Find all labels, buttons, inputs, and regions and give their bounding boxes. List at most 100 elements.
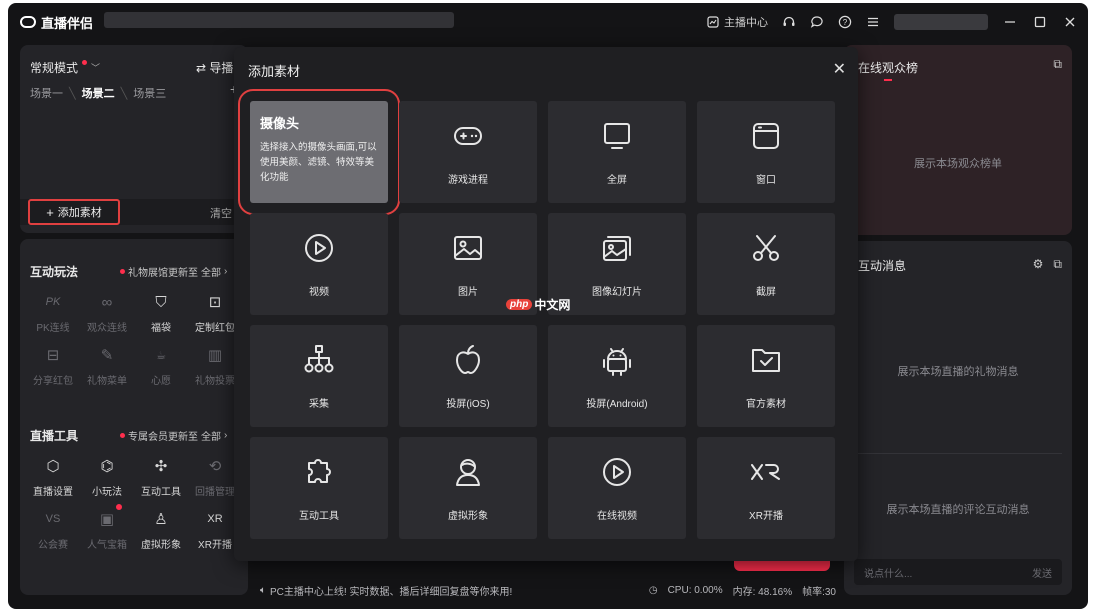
slideshow-icon [599, 230, 635, 269]
watermark-text: 中文网 [534, 298, 571, 312]
tool-settings-hex[interactable]: ⬡ 直播设置 [26, 455, 80, 498]
memory-usage: 内存: 48.16% [732, 586, 793, 598]
live-tools-all-link[interactable]: 全部 [201, 428, 221, 443]
host-center-label: 主播中心 [724, 17, 768, 29]
close-icon[interactable]: ✕ [833, 59, 846, 79]
official-folder-icon [748, 342, 784, 381]
tool-guild-vs[interactable]: VS 公会赛 [26, 508, 80, 551]
tool-gift-menu[interactable]: ✎ 礼物菜单 [80, 344, 134, 387]
scene-divider: ╲ [120, 87, 128, 100]
material-card-label: XR开播 [749, 511, 783, 522]
mode-label: 常规模式 [30, 61, 79, 75]
send-button[interactable]: 发送 [1032, 565, 1052, 580]
live-tools-note-text: 专属会员更新至 [128, 432, 198, 443]
tool-avatar[interactable]: ♙ 虚拟形象 [134, 508, 188, 551]
scene-tab-3[interactable]: 场景三 [133, 85, 166, 101]
popout-icon[interactable]: ⧉ [1053, 57, 1062, 72]
tool-treasure[interactable]: ▣ 人气宝箱 [80, 504, 134, 551]
material-card-label: 虚拟形象 [448, 511, 488, 522]
interactive-section-note: 礼物展馆更新至 全部 › [120, 264, 227, 279]
tool-label: PK连线 [36, 323, 70, 334]
scene-tab-1[interactable]: 场景一 [30, 85, 63, 101]
material-card-gamepad[interactable]: 游戏进程 [399, 101, 537, 203]
tool-pk[interactable]: PK PK连线 [26, 291, 80, 334]
host-center-button[interactable]: 主播中心 [706, 14, 768, 30]
comment-input[interactable]: 说点什么... 发送 [854, 559, 1062, 585]
material-card-avatar[interactable]: 虚拟形象 [399, 437, 537, 539]
menu-icon[interactable] [866, 15, 880, 29]
scene-tab-2[interactable]: 场景二 [82, 85, 115, 101]
status-metrics: ◷ CPU: 0.00% 内存: 48.16% 帧率:30 [649, 583, 836, 598]
tool-puzzle[interactable]: ✣ 互动工具 [134, 455, 188, 498]
material-card-label: 窗口 [756, 175, 776, 186]
material-card-apple[interactable]: 投屏(iOS) [399, 325, 537, 427]
material-card-capture-tree[interactable]: 采集 [250, 325, 388, 427]
material-card-scissors[interactable]: 截屏 [697, 213, 835, 315]
tool-label: 福袋 [151, 323, 171, 334]
close-icon[interactable] [1062, 14, 1078, 30]
watermark-php: php [506, 299, 533, 310]
settings-icon[interactable]: ⚙ [1033, 257, 1044, 272]
tool-lucky-bag[interactable]: ⛉ 福袋 [134, 291, 188, 335]
material-card-play-circle[interactable]: 视频 [250, 213, 388, 315]
maximize-icon[interactable] [1032, 14, 1048, 30]
interaction-messages-panel: 互动消息 ⚙ ⧉ 展示本场直播的礼物消息 展示本场直播的评论互动消息 说点什么.… [844, 241, 1072, 595]
material-card-window[interactable]: 窗口 [697, 101, 835, 203]
interactive-all-link[interactable]: 全部 [201, 264, 221, 279]
tool-label: 心愿 [151, 376, 171, 387]
audience-rank-panel: 在线观众榜 ⧉ 展示本场观众榜单 [844, 45, 1072, 235]
dialog-title: 添加素材 [248, 64, 301, 79]
tool-audience-link[interactable]: ∞ 观众连线 [80, 291, 134, 335]
status-notice[interactable]: 🔈︎ PC主播中心上线! 实时数据、播后详细回复盘等你来用! [260, 583, 512, 598]
apple-icon [450, 342, 486, 381]
audience-link-icon: ∞ [101, 293, 113, 311]
material-card-label: 全屏 [607, 175, 627, 186]
plus-icon: + [46, 204, 54, 220]
app-logo: 直播伴侣 [20, 13, 93, 32]
app-title: 直播伴侣 [41, 15, 94, 31]
clear-button[interactable]: 清空 [210, 205, 232, 221]
gift-vote-icon: ▥ [207, 347, 223, 364]
add-material-button[interactable]: + 添加素材 [28, 199, 120, 225]
camera-card[interactable]: 摄像头 选择接入的摄像头画面,可以使用美颜、滤镜、特效等美化功能 [238, 89, 400, 215]
tool-wish[interactable]: ☕︎ 心愿 [134, 344, 188, 388]
guide-button[interactable]: ⇄ 导播 [196, 59, 233, 76]
wish-icon: ☕︎ [156, 349, 166, 362]
material-card-puzzle[interactable]: 互动工具 [250, 437, 388, 539]
help-icon[interactable]: ? [838, 15, 852, 29]
notification-dot [116, 504, 122, 510]
material-card-official-folder[interactable]: 官方素材 [697, 325, 835, 427]
gamepad-icon [450, 118, 486, 157]
material-grid: 摄像头 选择接入的摄像头画面,可以使用美颜、滤镜、特效等美化功能 游戏进程 全屏 窗… [238, 89, 835, 539]
material-card-monitor[interactable]: 全屏 [548, 101, 686, 203]
minimize-icon[interactable] [1002, 14, 1018, 30]
tool-label: 分享红包 [33, 376, 73, 387]
material-card-label: 视频 [309, 287, 329, 298]
live-tools-section-title: 直播工具 [30, 429, 79, 443]
play-circle-icon [301, 230, 337, 269]
logo-icon [20, 16, 36, 28]
mode-selector[interactable]: 常规模式 ﹀ [30, 59, 100, 76]
blurred-user-info [894, 14, 988, 30]
tool-share-red-packet[interactable]: ⊟ 分享红包 [26, 344, 80, 387]
material-card-online-video[interactable]: 在线视频 [548, 437, 686, 539]
watermark-logo: php 中文网 [506, 296, 570, 313]
status-notice-text: PC主播中心上线! 实时数据、播后详细回复盘等你来用! [270, 586, 513, 598]
xr-icon: XR [207, 513, 223, 525]
lucky-bag-icon: ⛉ [155, 293, 167, 311]
avatar-icon [450, 454, 486, 493]
tool-label: 互动工具 [141, 487, 181, 498]
chat-icon[interactable] [810, 15, 824, 29]
material-card-xr[interactable]: XR开播 [697, 437, 835, 539]
tool-mini-game[interactable]: ⌬ 小玩法 [80, 455, 134, 498]
material-card-android[interactable]: 投屏(Android) [548, 325, 686, 427]
tool-label: 直播设置 [33, 487, 73, 498]
popout-icon[interactable]: ⧉ [1053, 257, 1062, 272]
start-live-button-edge[interactable] [734, 561, 830, 571]
tool-label: 小玩法 [92, 487, 122, 498]
treasure-icon: ▣ [96, 504, 122, 530]
material-card-label: 图片 [458, 287, 478, 298]
headset-icon[interactable] [782, 15, 796, 29]
camera-card-description: 选择接入的摄像头画面,可以使用美颜、滤镜、特效等美化功能 [260, 142, 377, 183]
material-card-label: 游戏进程 [448, 175, 488, 186]
